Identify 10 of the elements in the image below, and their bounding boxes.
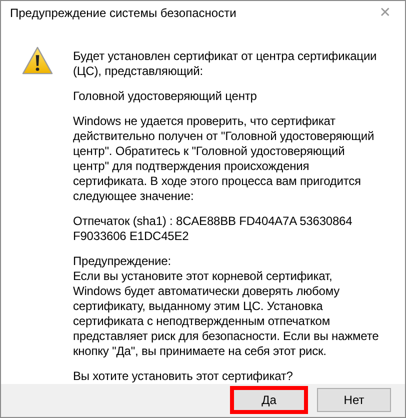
window-title: Предупреждение системы безопасности [10,6,236,20]
dialog-button[interactable]: Да [230,386,308,414]
dialog-button[interactable]: Нет [317,388,391,412]
warning-icon [22,46,53,75]
message-text: Windows не удается проверить, что сертификат действительно получен от "Головной удостоверяющий центр". Обратитесь к "Головной удостоверяющий центр" для подтверждения происхождения сертификата. В ходе этого процесса вам пригодится следующее значение: [73,114,376,204]
message-text: Вы хотите установить этот сертификат? [73,368,294,384]
message-text: Отпечаток (sha1) : 8CAE88BB FD404A7A 53630864 F9033606 E1DC45E2 [73,214,354,244]
message-text: Головной удостоверяющий центр [73,88,258,104]
message-text: Предупреждение: Если вы установите этот корневой сертификат, Windows будет автоматически доверять любому сертификату, выданному этим ЦС. Установка сертификата с неподтвержденным отпечатком представляет риск для безопасности. Если вы нажмете кнопку "Да", вы принимаете на себя этот риск. [73,254,380,359]
message-text: Будет установлен сертификат от центра сертификации (ЦС), представляющий: [73,48,378,79]
